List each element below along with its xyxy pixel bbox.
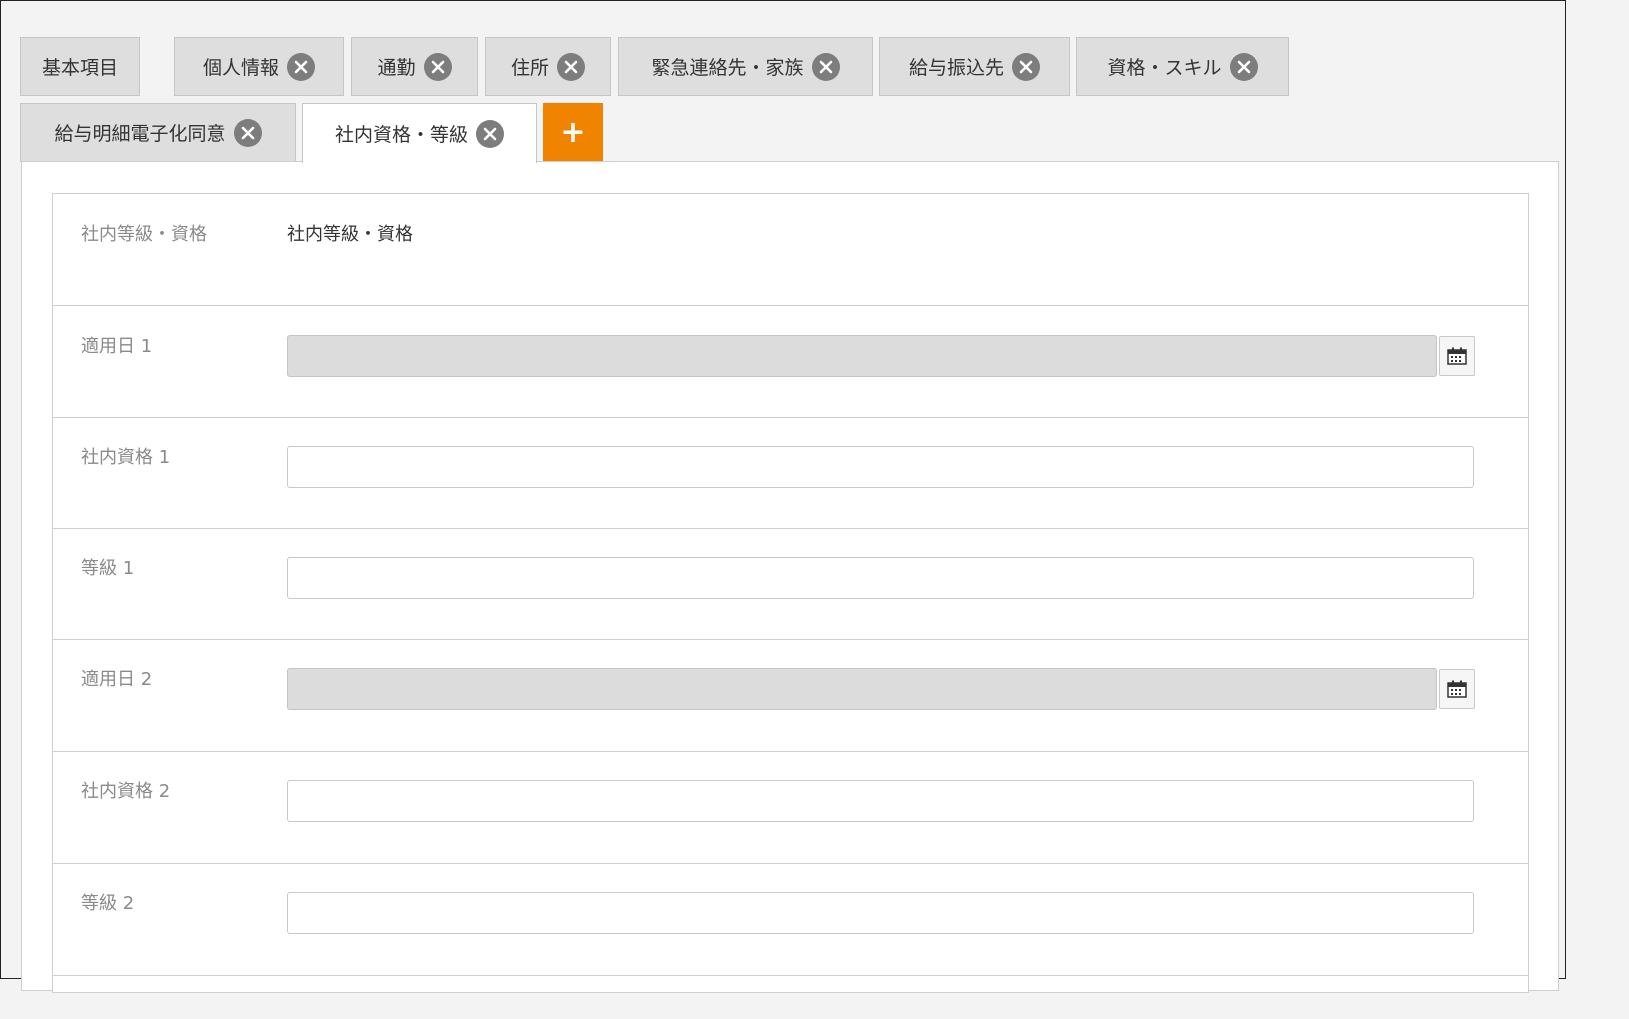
tab-internal-qualification-grade[interactable]: 社内資格・等級	[302, 103, 537, 163]
close-icon[interactable]	[476, 119, 504, 148]
close-icon[interactable]	[811, 52, 840, 81]
form-row-date-2: 適用日 2	[53, 640, 1528, 752]
tab-label: 資格・スキル	[1107, 57, 1222, 79]
close-icon[interactable]	[1229, 52, 1258, 81]
grade-input-1[interactable]	[287, 557, 1474, 599]
tab-commute[interactable]: 通勤	[351, 37, 478, 96]
grade-input-2[interactable]	[287, 892, 1474, 934]
close-icon[interactable]	[423, 52, 452, 81]
tab-label: 緊急連絡先・家族	[651, 57, 804, 79]
close-icon[interactable]	[557, 52, 585, 81]
field-label: 適用日 2	[81, 669, 153, 690]
close-icon[interactable]	[233, 118, 262, 147]
tab-label: 給与振込先	[908, 57, 1004, 79]
calendar-icon	[1447, 680, 1467, 698]
form-table: 社内等級・資格 社内等級・資格 適用日 1 社内資格 1 等級 1 適用日 2 …	[52, 193, 1529, 993]
tab-qualifications-skills[interactable]: 資格・スキル	[1076, 37, 1289, 96]
form-row-date-1: 適用日 1	[53, 306, 1528, 418]
tab-label: 住所	[510, 57, 549, 79]
tab-emergency-contact-family[interactable]: 緊急連絡先・家族	[618, 37, 873, 96]
tab-basic-items[interactable]: 基本項目	[20, 37, 140, 96]
field-label: 適用日 1	[81, 336, 153, 357]
content-panel: 社内等級・資格 社内等級・資格 適用日 1 社内資格 1 等級 1 適用日 2 …	[21, 161, 1559, 993]
field-label: 等級 2	[81, 893, 135, 914]
calendar-button[interactable]	[1439, 336, 1475, 376]
plus-icon: +	[560, 115, 586, 150]
field-label: 社内等級・資格	[81, 224, 207, 245]
tab-personal-info[interactable]: 個人情報	[174, 37, 344, 96]
form-row-header: 社内等級・資格 社内等級・資格	[53, 194, 1528, 306]
form-row-grade-2: 等級 2	[53, 864, 1528, 976]
tab-label: 個人情報	[202, 57, 279, 79]
tab-label: 通勤	[377, 57, 416, 79]
field-label: 社内資格 2	[81, 781, 171, 802]
tab-label: 給与明細電子化同意	[54, 123, 226, 145]
calendar-icon	[1447, 347, 1467, 365]
tab-label: 基本項目	[41, 57, 118, 79]
tab-label: 社内資格・等級	[334, 124, 468, 146]
field-value: 社内等級・資格	[287, 224, 413, 245]
field-label: 社内資格 1	[81, 447, 171, 468]
close-icon[interactable]	[287, 52, 315, 81]
date-input-2[interactable]	[287, 668, 1437, 710]
form-row-grade-1: 等級 1	[53, 529, 1528, 640]
field-label: 等級 1	[81, 558, 135, 579]
calendar-button[interactable]	[1439, 669, 1475, 709]
tab-salary-transfer[interactable]: 給与振込先	[879, 37, 1070, 96]
date-input-1[interactable]	[287, 335, 1437, 377]
qualification-input-2[interactable]	[287, 780, 1474, 822]
form-row-qualification-2: 社内資格 2	[53, 752, 1528, 864]
close-icon[interactable]	[1012, 52, 1040, 81]
tab-payslip-consent[interactable]: 給与明細電子化同意	[20, 103, 296, 162]
tab-address[interactable]: 住所	[485, 37, 611, 96]
qualification-input-1[interactable]	[287, 446, 1474, 488]
form-row-qualification-1: 社内資格 1	[53, 418, 1528, 529]
add-tab-button[interactable]: +	[543, 103, 603, 162]
